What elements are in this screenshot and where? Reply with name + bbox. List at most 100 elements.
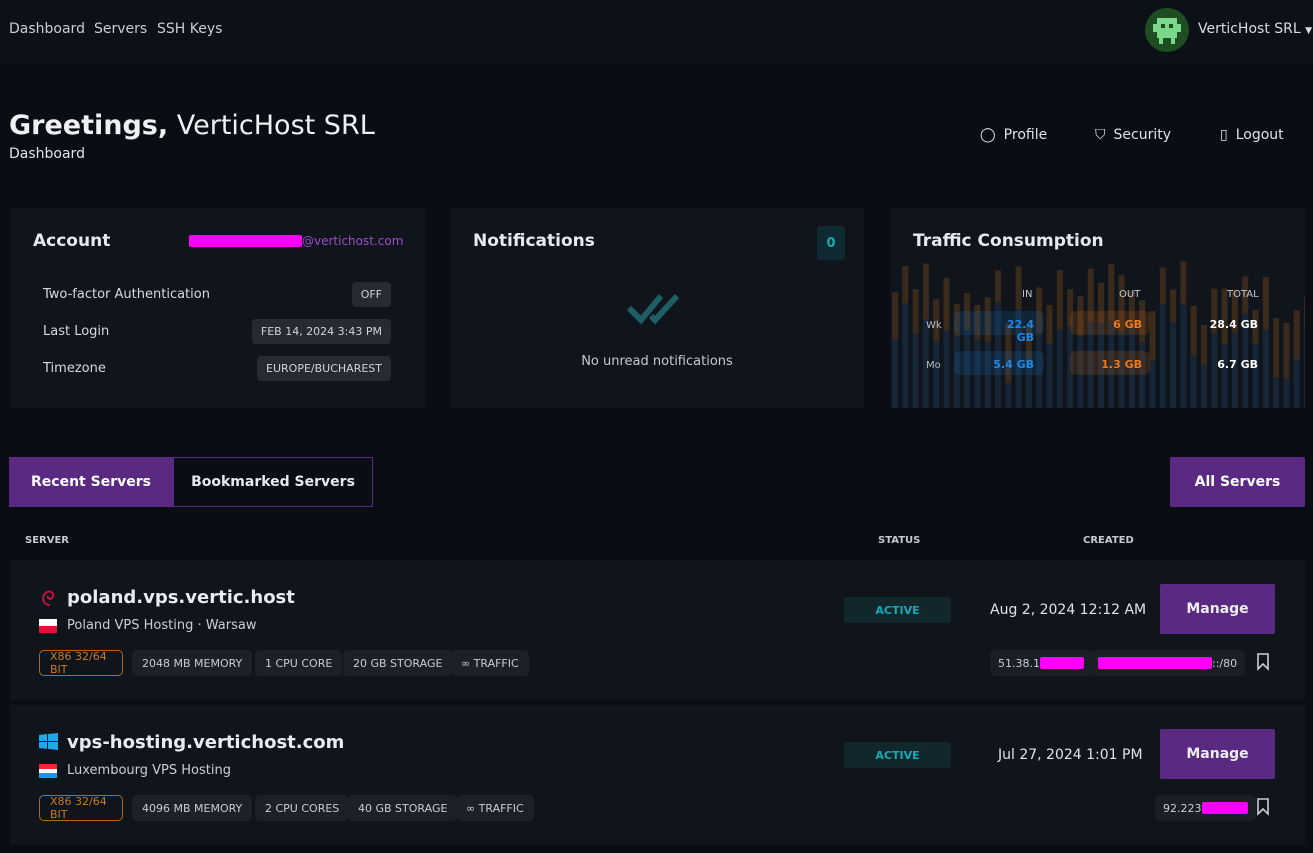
traffic-in-bar [892, 339, 898, 408]
2fa-value: OFF [351, 282, 391, 307]
header-server: SERVER [25, 535, 70, 546]
last-login-value: FEB 14, 2024 3:43 PM [251, 319, 391, 344]
server-name[interactable]: vps-hosting.vertichost.com [67, 732, 344, 753]
tag-storage: 40 GB STORAGE [348, 795, 458, 821]
traffic-in-bar [1201, 364, 1207, 408]
logout-link[interactable]: ▯ Logout [1220, 127, 1284, 143]
notifications-card: Notifications 0 No unread notifications [450, 208, 864, 408]
traffic-out-bar [1273, 318, 1280, 378]
traffic-in-bar [1170, 322, 1177, 408]
traffic-in-bar [912, 334, 919, 408]
col-out: OUT [1119, 289, 1141, 300]
traffic-in-bar [1273, 377, 1280, 408]
tag-storage: 20 GB STORAGE [343, 650, 453, 676]
page-title: Greetings, VerticHost SRL [9, 110, 375, 141]
tag-arch: X86 32/64 BIT [39, 650, 123, 676]
windows-icon [39, 733, 58, 750]
server-name[interactable]: poland.vps.vertic.host [67, 587, 295, 608]
tag-traffic: ∞ TRAFFIC [451, 650, 529, 676]
month-in: 5.4 GB [993, 358, 1034, 371]
profile-link[interactable]: ◯ Profile [980, 127, 1047, 143]
col-total: TOTAL [1227, 289, 1259, 300]
user-name: VerticHost SRL [1198, 21, 1301, 37]
manage-button[interactable]: Manage [1160, 729, 1275, 779]
user-circle-icon: ◯ [980, 127, 996, 143]
double-check-icon [626, 293, 680, 325]
month-total: 6.7 GB [1217, 358, 1258, 371]
last-login-label: Last Login [43, 324, 110, 339]
traffic-out-bar [1056, 269, 1063, 330]
nav-ssh-keys[interactable]: SSH Keys [157, 21, 222, 37]
traffic-out-bar [892, 292, 898, 340]
bookmark-icon[interactable] [1256, 653, 1270, 671]
week-in: 22.4 GB [1006, 318, 1034, 344]
debian-icon [42, 590, 55, 606]
week-total: 28.4 GB [1209, 318, 1258, 331]
traffic-in-bar [1190, 355, 1197, 408]
traffic-out-bar [943, 277, 950, 332]
account-email: @vertichost.com [189, 234, 403, 248]
server-row[interactable]: vps-hosting.vertichost.com Luxembourg VP… [10, 705, 1305, 845]
status-badge: ACTIVE [844, 597, 951, 623]
traffic-in-bar [1149, 360, 1156, 408]
user-menu[interactable]: VerticHost SRL ▼ [1198, 21, 1312, 37]
notifications-title: Notifications [473, 231, 595, 251]
empty-notifications: No unread notifications [581, 354, 733, 369]
manage-button[interactable]: Manage [1160, 584, 1275, 634]
created-date: Aug 2, 2024 12:12 AM [990, 602, 1147, 618]
account-card: Account @vertichost.com Two-factor Authe… [10, 208, 425, 408]
security-link[interactable]: ⛉ Security [1095, 127, 1171, 143]
traffic-in-bar [1262, 329, 1269, 408]
traffic-card: Traffic Consumption IN OUT TOTAL Wk 22.4… [890, 208, 1305, 408]
avatar[interactable] [1145, 8, 1189, 52]
traffic-out-bar [1190, 305, 1197, 356]
traffic-out-bar [922, 263, 929, 320]
all-servers-button[interactable]: All Servers [1170, 457, 1305, 507]
timezone-label: Timezone [43, 361, 106, 376]
traffic-in-bar [1056, 329, 1063, 408]
traffic-out-bar [1149, 311, 1156, 361]
traffic-out-bar [1015, 266, 1022, 310]
ipv4-address[interactable]: 51.38.1 [990, 650, 1092, 676]
col-in: IN [1022, 289, 1033, 300]
nav-dashboard[interactable]: Dashboard [9, 21, 85, 37]
tag-memory: 2048 MB MEMORY [132, 650, 253, 676]
tag-arch: X86 32/64 BIT [39, 795, 123, 821]
tab-recent-servers[interactable]: Recent Servers [9, 457, 173, 507]
tag-cpu: 2 CPU CORES [255, 795, 350, 821]
traffic-out-bar [902, 266, 909, 304]
traffic-in-bar [1293, 359, 1300, 408]
traffic-out-bar [995, 270, 1001, 302]
traffic-in-bar [1180, 303, 1187, 408]
page-subtitle: Dashboard [9, 146, 85, 162]
traffic-in-bar [1252, 343, 1259, 408]
traffic-in-bar [1304, 327, 1305, 408]
header-status: STATUS [878, 535, 921, 546]
server-location: Poland VPS Hosting · Warsaw [67, 618, 257, 633]
traffic-in-bar [902, 303, 909, 408]
top-nav: Dashboard Servers SSH Keys [0, 0, 1313, 64]
notification-count: 0 [817, 226, 845, 260]
luxembourg-flag-icon [39, 764, 57, 778]
row-month: Mo [926, 360, 941, 371]
traffic-in-bar [1283, 378, 1290, 408]
timezone-value: EUROPE/BUCHAREST [257, 356, 391, 381]
tab-bookmarked-servers[interactable]: Bookmarked Servers [173, 457, 373, 507]
tag-traffic: ∞ TRAFFIC [456, 795, 534, 821]
traffic-out-bar [912, 289, 919, 335]
traffic-title: Traffic Consumption [913, 231, 1104, 251]
ipv4-address[interactable]: 92.223 [1155, 795, 1256, 821]
traffic-in-bar [1221, 343, 1228, 408]
2fa-label: Two-factor Authentication [43, 287, 210, 302]
poland-flag-icon [39, 619, 57, 633]
bookmark-icon[interactable] [1256, 798, 1270, 816]
door-icon: ▯ [1220, 127, 1228, 143]
traffic-out-bar [1046, 305, 1053, 344]
nav-servers[interactable]: Servers [94, 21, 147, 37]
tag-memory: 4096 MB MEMORY [132, 795, 253, 821]
account-title: Account [33, 231, 111, 251]
ipv6-address[interactable]: ::/80 [1090, 650, 1246, 676]
traffic-out-bar [1283, 322, 1290, 379]
traffic-out-bar [1170, 289, 1177, 323]
server-row[interactable]: poland.vps.vertic.host Poland VPS Hostin… [10, 560, 1305, 700]
